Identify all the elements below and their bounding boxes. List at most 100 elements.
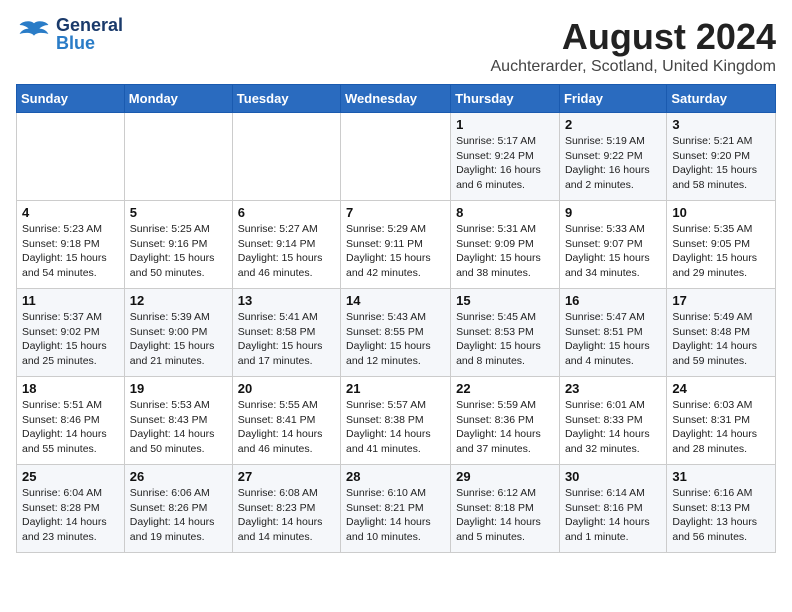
day-number: 30 [565,469,661,484]
calendar-subtitle: Auchterarder, Scotland, United Kingdom [491,58,777,76]
table-row: 11 Sunrise: 5:37 AM Sunset: 9:02 PM Dayli… [17,289,125,377]
day-number: 6 [238,205,335,220]
table-row: 23 Sunrise: 6:01 AM Sunset: 8:33 PM Dayli… [559,377,666,465]
day-info: Sunrise: 6:10 AM Sunset: 8:21 PM Dayligh… [346,486,445,545]
day-info: Sunrise: 5:39 AM Sunset: 9:00 PM Dayligh… [130,310,227,369]
day-number: 13 [238,293,335,308]
table-row: 16 Sunrise: 5:47 AM Sunset: 8:51 PM Dayli… [559,289,666,377]
table-row: 19 Sunrise: 5:53 AM Sunset: 8:43 PM Dayli… [124,377,232,465]
day-info: Sunrise: 6:16 AM Sunset: 8:13 PM Dayligh… [672,486,770,545]
table-row: 28 Sunrise: 6:10 AM Sunset: 8:21 PM Dayli… [341,465,451,553]
day-info: Sunrise: 5:49 AM Sunset: 8:48 PM Dayligh… [672,310,770,369]
day-info: Sunrise: 6:12 AM Sunset: 8:18 PM Dayligh… [456,486,554,545]
day-info: Sunrise: 5:51 AM Sunset: 8:46 PM Dayligh… [22,398,119,457]
day-number: 20 [238,381,335,396]
header-thursday: Thursday [451,85,560,113]
day-info: Sunrise: 5:57 AM Sunset: 8:38 PM Dayligh… [346,398,445,457]
calendar-week-row: 1Sunrise: 5:17 AM Sunset: 9:24 PM Daylig… [17,113,776,201]
day-info: Sunrise: 6:06 AM Sunset: 8:26 PM Dayligh… [130,486,227,545]
table-row: 10 Sunrise: 5:35 AM Sunset: 9:05 PM Dayli… [667,201,776,289]
day-number: 10 [672,205,770,220]
day-info: Sunrise: 5:35 AM Sunset: 9:05 PM Dayligh… [672,222,770,281]
day-number: 31 [672,469,770,484]
logo-blue-text: Blue [56,34,123,52]
day-number: 23 [565,381,661,396]
table-row: 13Sunrise: 5:41 AM Sunset: 8:58 PM Dayli… [232,289,340,377]
day-info: Sunrise: 5:21 AM Sunset: 9:20 PM Dayligh… [672,134,770,193]
day-number: 19 [130,381,227,396]
logo-icon [16,16,52,52]
header-tuesday: Tuesday [232,85,340,113]
table-row: 3Sunrise: 5:21 AM Sunset: 9:20 PM Daylig… [667,113,776,201]
day-number: 9 [565,205,661,220]
day-number: 4 [22,205,119,220]
table-row: 30 Sunrise: 6:14 AM Sunset: 8:16 PM Dayli… [559,465,666,553]
day-number: 11 [22,293,119,308]
day-info: Sunrise: 5:29 AM Sunset: 9:11 PM Dayligh… [346,222,445,281]
day-number: 21 [346,381,445,396]
day-number: 14 [346,293,445,308]
day-info: Sunrise: 5:19 AM Sunset: 9:22 PM Dayligh… [565,134,661,193]
table-row: 20 Sunrise: 5:55 AM Sunset: 8:41 PM Dayli… [232,377,340,465]
table-row [124,113,232,201]
table-row: 17Sunrise: 5:49 AM Sunset: 8:48 PM Dayli… [667,289,776,377]
logo-words: General Blue [56,16,123,52]
day-info: Sunrise: 5:53 AM Sunset: 8:43 PM Dayligh… [130,398,227,457]
day-info: Sunrise: 5:45 AM Sunset: 8:53 PM Dayligh… [456,310,554,369]
table-row: 24Sunrise: 6:03 AM Sunset: 8:31 PM Dayli… [667,377,776,465]
calendar-title: August 2024 [491,16,777,58]
day-info: Sunrise: 5:17 AM Sunset: 9:24 PM Dayligh… [456,134,554,193]
table-row: 14 Sunrise: 5:43 AM Sunset: 8:55 PM Dayli… [341,289,451,377]
page-header: General Blue August 2024 Auchterarder, S… [16,16,776,76]
day-info: Sunrise: 6:04 AM Sunset: 8:28 PM Dayligh… [22,486,119,545]
table-row: 18Sunrise: 5:51 AM Sunset: 8:46 PM Dayli… [17,377,125,465]
table-row: 1Sunrise: 5:17 AM Sunset: 9:24 PM Daylig… [451,113,560,201]
calendar-week-row: 25Sunrise: 6:04 AM Sunset: 8:28 PM Dayli… [17,465,776,553]
table-row: 21 Sunrise: 5:57 AM Sunset: 8:38 PM Dayli… [341,377,451,465]
calendar-header: Sunday Monday Tuesday Wednesday Thursday… [17,85,776,113]
day-info: Sunrise: 5:23 AM Sunset: 9:18 PM Dayligh… [22,222,119,281]
table-row: 6 Sunrise: 5:27 AM Sunset: 9:14 PM Daylig… [232,201,340,289]
day-info: Sunrise: 6:14 AM Sunset: 8:16 PM Dayligh… [565,486,661,545]
header-saturday: Saturday [667,85,776,113]
day-number: 8 [456,205,554,220]
day-number: 29 [456,469,554,484]
table-row [232,113,340,201]
header-monday: Monday [124,85,232,113]
table-row [17,113,125,201]
day-info: Sunrise: 5:27 AM Sunset: 9:14 PM Dayligh… [238,222,335,281]
day-number: 7 [346,205,445,220]
logo: General Blue [16,16,123,52]
day-info: Sunrise: 6:01 AM Sunset: 8:33 PM Dayligh… [565,398,661,457]
calendar-body: 1Sunrise: 5:17 AM Sunset: 9:24 PM Daylig… [17,113,776,553]
day-number: 26 [130,469,227,484]
day-info: Sunrise: 5:55 AM Sunset: 8:41 PM Dayligh… [238,398,335,457]
table-row: 26 Sunrise: 6:06 AM Sunset: 8:26 PM Dayli… [124,465,232,553]
day-number: 27 [238,469,335,484]
table-row: 2 Sunrise: 5:19 AM Sunset: 9:22 PM Daylig… [559,113,666,201]
day-number: 12 [130,293,227,308]
table-row: 5Sunrise: 5:25 AM Sunset: 9:16 PM Daylig… [124,201,232,289]
calendar-week-row: 18Sunrise: 5:51 AM Sunset: 8:46 PM Dayli… [17,377,776,465]
table-row: 8 Sunrise: 5:31 AM Sunset: 9:09 PM Daylig… [451,201,560,289]
calendar-week-row: 4 Sunrise: 5:23 AM Sunset: 9:18 PM Daylig… [17,201,776,289]
day-info: Sunrise: 5:31 AM Sunset: 9:09 PM Dayligh… [456,222,554,281]
day-info: Sunrise: 5:33 AM Sunset: 9:07 PM Dayligh… [565,222,661,281]
logo-general-text: General [56,16,123,34]
header-wednesday: Wednesday [341,85,451,113]
day-info: Sunrise: 5:47 AM Sunset: 8:51 PM Dayligh… [565,310,661,369]
day-number: 28 [346,469,445,484]
table-row: 4 Sunrise: 5:23 AM Sunset: 9:18 PM Daylig… [17,201,125,289]
header-sunday: Sunday [17,85,125,113]
day-number: 16 [565,293,661,308]
table-row: 9 Sunrise: 5:33 AM Sunset: 9:07 PM Daylig… [559,201,666,289]
day-info: Sunrise: 5:43 AM Sunset: 8:55 PM Dayligh… [346,310,445,369]
table-row: 25Sunrise: 6:04 AM Sunset: 8:28 PM Dayli… [17,465,125,553]
table-row: 27Sunrise: 6:08 AM Sunset: 8:23 PM Dayli… [232,465,340,553]
weekday-header-row: Sunday Monday Tuesday Wednesday Thursday… [17,85,776,113]
day-number: 2 [565,117,661,132]
day-info: Sunrise: 5:37 AM Sunset: 9:02 PM Dayligh… [22,310,119,369]
calendar-table: Sunday Monday Tuesday Wednesday Thursday… [16,84,776,553]
table-row: 29 Sunrise: 6:12 AM Sunset: 8:18 PM Dayli… [451,465,560,553]
day-number: 24 [672,381,770,396]
